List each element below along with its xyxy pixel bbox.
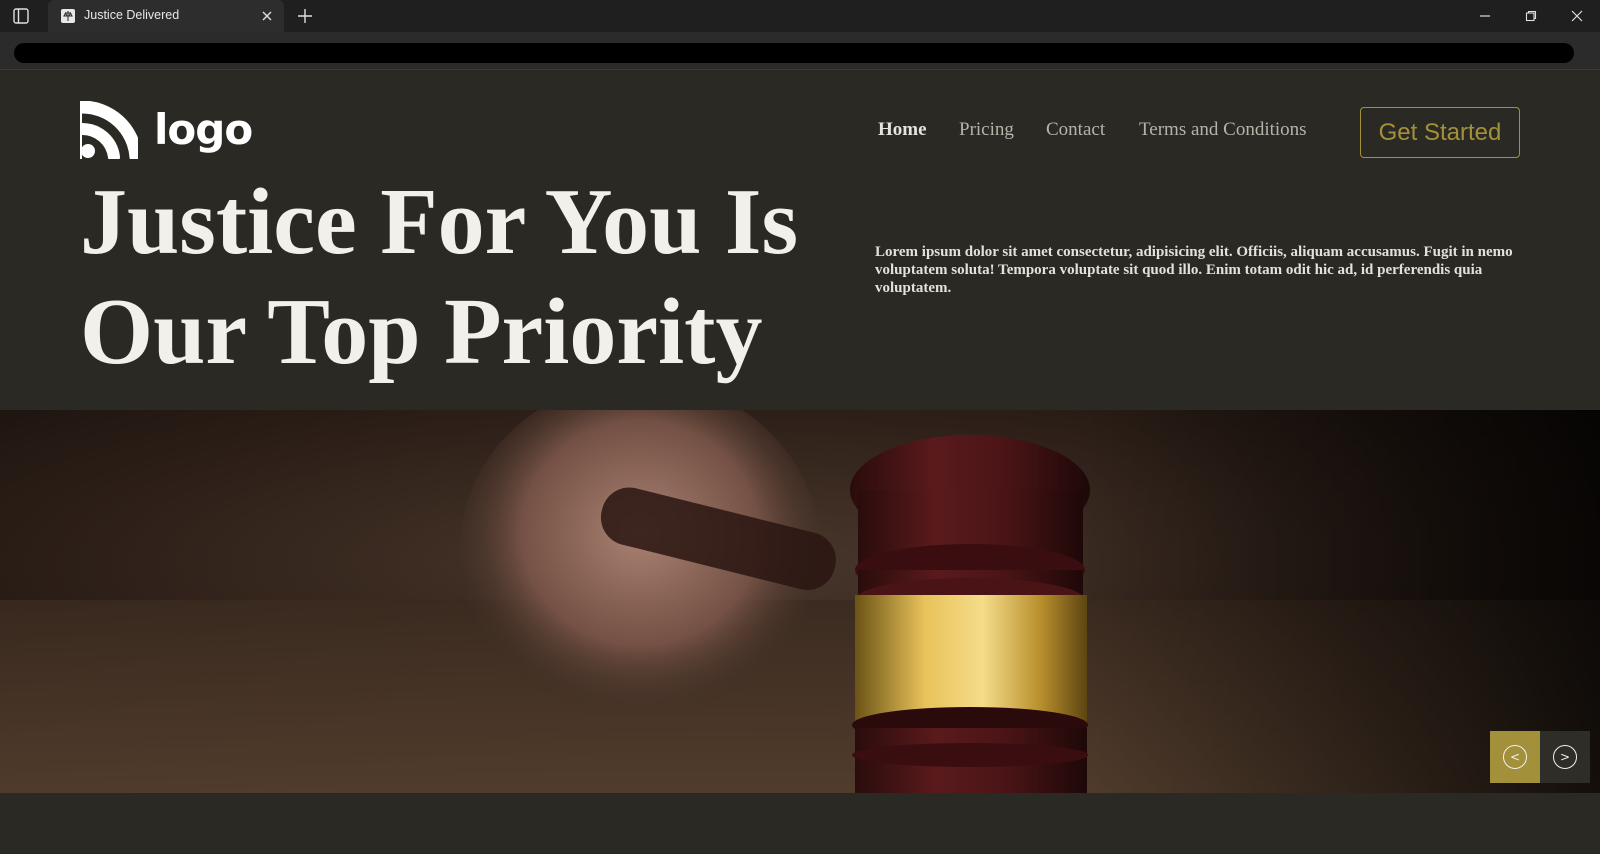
address-bar-redacted[interactable]: [14, 43, 1574, 63]
tab-close-icon[interactable]: [260, 9, 274, 23]
landing-page: logo Home Pricing Contact Terms and Cond…: [0, 71, 1600, 854]
browser-tab[interactable]: Justice Delivered: [48, 0, 284, 32]
carousel-next-button[interactable]: >: [1540, 731, 1590, 783]
chevron-left-icon: <: [1503, 745, 1527, 769]
site-logo[interactable]: logo: [80, 101, 253, 159]
nav-home[interactable]: Home: [878, 119, 927, 143]
tab-actions-icon[interactable]: [12, 7, 30, 25]
nav-contact[interactable]: Contact: [1046, 119, 1105, 143]
browser-tab-bar: Justice Delivered: [0, 0, 1600, 32]
hero-description: Lorem ipsum dolor sit amet consectetur, …: [875, 244, 1513, 296]
get-started-button[interactable]: Get Started: [1360, 107, 1520, 158]
bottom-band: [0, 793, 1600, 854]
restore-icon[interactable]: [1508, 0, 1554, 32]
chevron-right-icon: >: [1553, 745, 1577, 769]
gavel-hero-image: [0, 410, 1600, 793]
tab-title: Justice Delivered: [84, 8, 180, 22]
minimize-icon[interactable]: [1462, 0, 1508, 32]
close-window-icon[interactable]: [1554, 0, 1600, 32]
logo-text: logo: [154, 105, 253, 154]
hero-title: Justice For You Is Our Top Priority: [80, 170, 799, 384]
scales-favicon-icon: [60, 8, 76, 24]
logo-mark-icon: [80, 101, 138, 159]
carousel-prev-button[interactable]: <: [1490, 731, 1540, 783]
nav-terms-and-conditions[interactable]: Terms and Conditions: [1139, 119, 1307, 143]
nav-pricing[interactable]: Pricing: [959, 119, 1014, 143]
browser-toolbar: [0, 32, 1600, 70]
new-tab-plus-icon[interactable]: [296, 7, 314, 25]
